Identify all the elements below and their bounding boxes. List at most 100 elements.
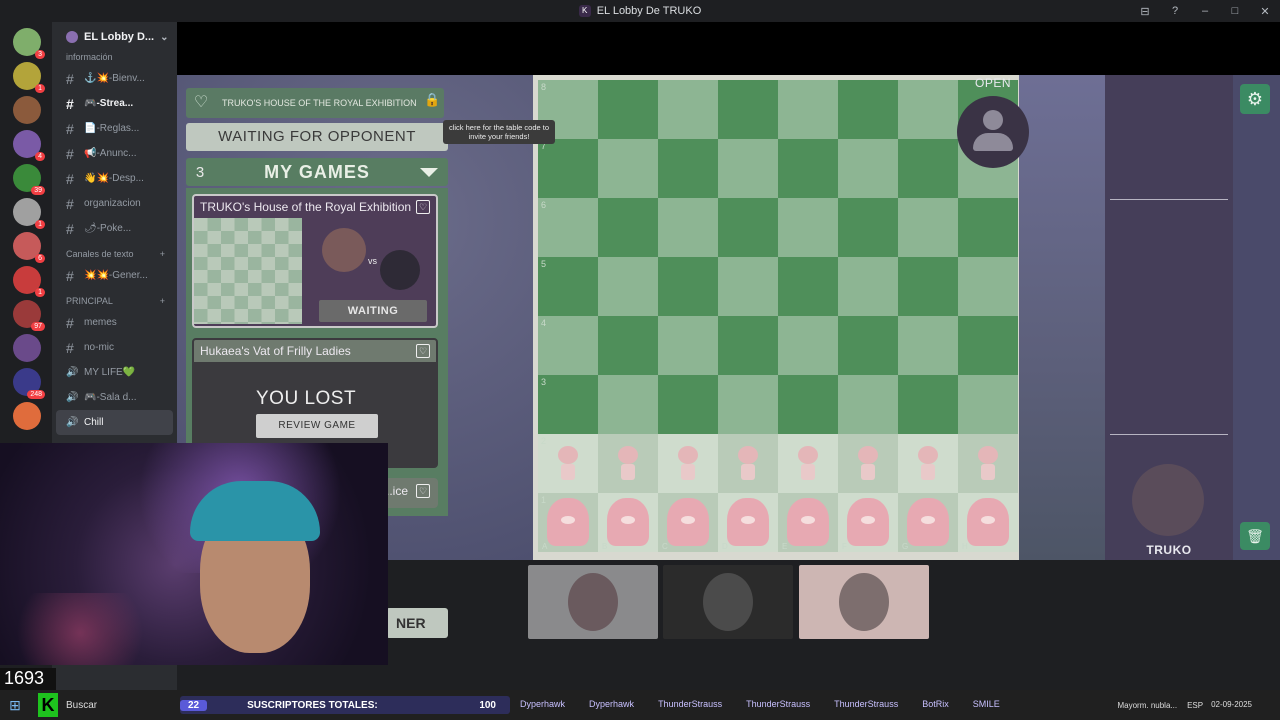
pawn-piece[interactable] (730, 444, 766, 484)
board-square[interactable]: D (718, 493, 778, 552)
table-name-bar[interactable]: ♡ TRUKO'S HOUSE OF THE ROYAL EXHIBITION (186, 88, 444, 118)
board-square[interactable] (898, 316, 958, 375)
server-icon[interactable]: 6 (13, 232, 45, 263)
board-square[interactable] (898, 257, 958, 316)
add-channel-icon[interactable]: + (160, 296, 165, 306)
channel-item[interactable]: # 📢-Anunc... (52, 141, 177, 166)
minimize-button[interactable]: – (1190, 5, 1220, 17)
board-square[interactable] (658, 257, 718, 316)
king-piece[interactable] (787, 498, 829, 546)
board-square[interactable]: 5 (538, 257, 598, 316)
board-square[interactable] (838, 375, 898, 434)
board-square[interactable] (658, 80, 718, 139)
board-square[interactable] (838, 434, 898, 493)
board-square[interactable] (718, 434, 778, 493)
channel-item[interactable]: # 🎮-Strea... (52, 91, 177, 116)
board-square[interactable]: H (958, 493, 1018, 552)
pawn-piece[interactable] (670, 444, 706, 484)
close-button[interactable]: ✕ (1250, 5, 1280, 18)
pawn-piece[interactable] (790, 444, 826, 484)
inbox-icon[interactable]: ⊟ (1130, 5, 1160, 18)
channel-item[interactable]: 🔊 MY LIFE💚 (52, 360, 177, 385)
board-square[interactable]: B (598, 493, 658, 552)
board-square[interactable] (598, 375, 658, 434)
server-icon[interactable]: 3 (13, 28, 45, 59)
board-square[interactable] (778, 139, 838, 198)
board-square[interactable] (598, 257, 658, 316)
queen-piece[interactable] (727, 498, 769, 546)
board-square[interactable] (898, 375, 958, 434)
category-info[interactable]: información (52, 52, 177, 66)
board-square[interactable] (778, 257, 838, 316)
board-square[interactable]: 7 (538, 139, 598, 198)
board-square[interactable] (718, 139, 778, 198)
lock-icon[interactable]: 🔒 (424, 92, 440, 112)
board-square[interactable] (718, 80, 778, 139)
maximize-button[interactable]: □ (1220, 5, 1250, 17)
knight-piece[interactable] (607, 498, 649, 546)
heart-icon[interactable]: ♡ (416, 200, 430, 214)
channel-item[interactable]: # organizacion (52, 191, 177, 216)
board-square[interactable] (658, 434, 718, 493)
category-principal[interactable]: PRINCIPAL + (52, 288, 177, 310)
server-icon[interactable]: 39 (13, 164, 45, 195)
board-square[interactable] (958, 375, 1018, 434)
weather-text[interactable]: Mayorm. nubla... (1117, 701, 1177, 710)
waiting-button[interactable]: WAITING (319, 300, 427, 322)
board-square[interactable] (838, 316, 898, 375)
board-square[interactable] (778, 198, 838, 257)
channel-item[interactable]: 🔊 🎮-Sala d... (52, 385, 177, 410)
board-square[interactable]: 1A (538, 493, 598, 552)
gear-icon[interactable]: ⚙ (1240, 84, 1270, 114)
board-square[interactable] (838, 198, 898, 257)
server-icon[interactable] (13, 334, 41, 362)
add-channel-icon[interactable]: + (160, 249, 165, 259)
game-card[interactable]: TRUKO's House of the Royal Exhibition ♡ v… (192, 194, 438, 328)
board-square[interactable] (598, 434, 658, 493)
server-icon[interactable] (13, 96, 41, 124)
channel-item[interactable]: # 📄-Reglas... (52, 116, 177, 141)
pawn-piece[interactable] (970, 444, 1006, 484)
board-square[interactable]: 4 (538, 316, 598, 375)
board-square[interactable] (718, 316, 778, 375)
board-square[interactable] (778, 316, 838, 375)
board-square[interactable] (598, 80, 658, 139)
channel-item[interactable]: 🔊 Chill (56, 410, 173, 435)
search-box[interactable]: Buscar (66, 700, 176, 711)
channel-item[interactable]: # no-mic (52, 335, 177, 360)
pawn-piece[interactable] (910, 444, 946, 484)
trash-icon[interactable]: 🗑 (1240, 522, 1270, 550)
board-square[interactable] (598, 316, 658, 375)
server-icon[interactable] (13, 402, 41, 430)
pawn-piece[interactable] (550, 444, 586, 484)
board-square[interactable] (598, 139, 658, 198)
board-square[interactable] (958, 257, 1018, 316)
board-square[interactable] (838, 257, 898, 316)
windows-start-icon[interactable]: ⊞ (0, 697, 30, 714)
heart-icon[interactable]: ♡ (190, 92, 212, 114)
channel-item[interactable]: # 💥💥-Gener... (52, 263, 177, 288)
board-square[interactable] (658, 139, 718, 198)
participant-tile[interactable] (528, 565, 658, 639)
clock[interactable]: 02-09-2025 (1211, 700, 1252, 710)
bishop-piece[interactable] (847, 498, 889, 546)
collapse-triangle-icon[interactable] (420, 167, 438, 177)
heart-icon[interactable]: ♡ (416, 484, 430, 498)
board-square[interactable]: 3 (538, 375, 598, 434)
rook-piece[interactable] (547, 498, 589, 546)
board-square[interactable] (778, 434, 838, 493)
board-square[interactable] (718, 198, 778, 257)
server-icon[interactable]: 248 (13, 368, 45, 399)
kick-app-icon[interactable]: K (38, 693, 58, 717)
board-square[interactable]: G (898, 493, 958, 552)
knight-piece[interactable] (907, 498, 949, 546)
board-square[interactable] (658, 375, 718, 434)
participant-tile[interactable] (663, 565, 793, 639)
server-icon[interactable]: 1 (13, 62, 45, 93)
pawn-piece[interactable] (850, 444, 886, 484)
board-square[interactable]: C (658, 493, 718, 552)
guild-header[interactable]: EL Lobby D... ⌄ (52, 22, 177, 52)
channel-item[interactable]: # 👋💥-Desp... (52, 166, 177, 191)
review-game-button[interactable]: REVIEW GAME (256, 414, 378, 438)
server-icon[interactable]: 1 (13, 266, 45, 297)
